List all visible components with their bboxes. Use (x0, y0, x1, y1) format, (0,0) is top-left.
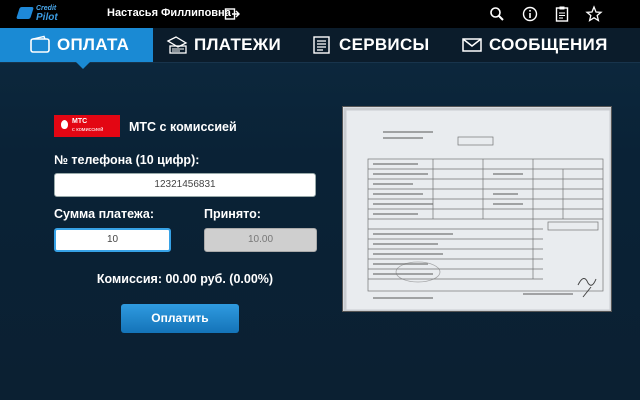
mts-egg-icon (61, 120, 68, 129)
tab-services-label: СЕРВИСЫ (339, 35, 430, 54)
logo-text-line2: Pilot (36, 12, 58, 23)
pay-button[interactable]: Оплатить (121, 304, 239, 333)
phone-input[interactable]: 12321456831 (54, 173, 316, 197)
list-icon (313, 36, 330, 54)
search-icon[interactable] (488, 5, 506, 23)
accepted-field: 10.00 (204, 228, 317, 252)
amount-label: Сумма платежа: (54, 207, 155, 221)
tab-payments-label: ПЛАТЕЖИ (194, 35, 281, 54)
provider-name: МТС с комиссией (129, 120, 237, 134)
payments-icon (166, 36, 188, 54)
info-icon[interactable] (521, 5, 539, 23)
commission-text: Комиссия: 00.00 руб. (0.00%) (96, 272, 274, 286)
username: Настасья Филлиповна (107, 7, 231, 19)
provider-logo-line2: с комиссией (72, 127, 104, 133)
logout-icon[interactable] (224, 6, 240, 22)
top-bar: Credit Pilot Настасья Филлиповна (0, 0, 640, 28)
logo-mark (16, 7, 34, 19)
provider-logo: МТС с комиссией (54, 115, 120, 137)
provider-logo-line1: МТС (72, 118, 88, 125)
active-tab-pointer (76, 62, 90, 69)
phone-label: № телефона (10 цифр): (54, 153, 200, 167)
accepted-label: Принято: (204, 207, 261, 221)
star-icon[interactable] (585, 5, 603, 23)
app-logo: Credit Pilot (16, 4, 66, 24)
tab-messages[interactable]: СООБЩЕНИЯ (461, 28, 608, 62)
receipt-image (343, 107, 611, 311)
amount-input[interactable]: 10 (54, 228, 171, 252)
tab-payment-label: ОПЛАТА (57, 35, 130, 54)
tab-payment[interactable]: ОПЛАТА (0, 28, 153, 62)
tab-services[interactable]: СЕРВИСЫ (311, 28, 429, 62)
clipboard-icon[interactable] (553, 5, 571, 23)
tab-payments[interactable]: ПЛАТЕЖИ (166, 28, 281, 62)
envelope-icon (462, 38, 482, 52)
logo-text-line1: Credit (36, 5, 57, 12)
main-nav: ОПЛАТА ПЛАТЕЖИ СЕРВИСЫ СООБЩЕНИЯ (0, 28, 640, 62)
nav-divider (0, 62, 640, 63)
wallet-icon (30, 35, 50, 53)
receipt-photo (342, 106, 612, 312)
tab-messages-label: СООБЩЕНИЯ (489, 35, 608, 54)
